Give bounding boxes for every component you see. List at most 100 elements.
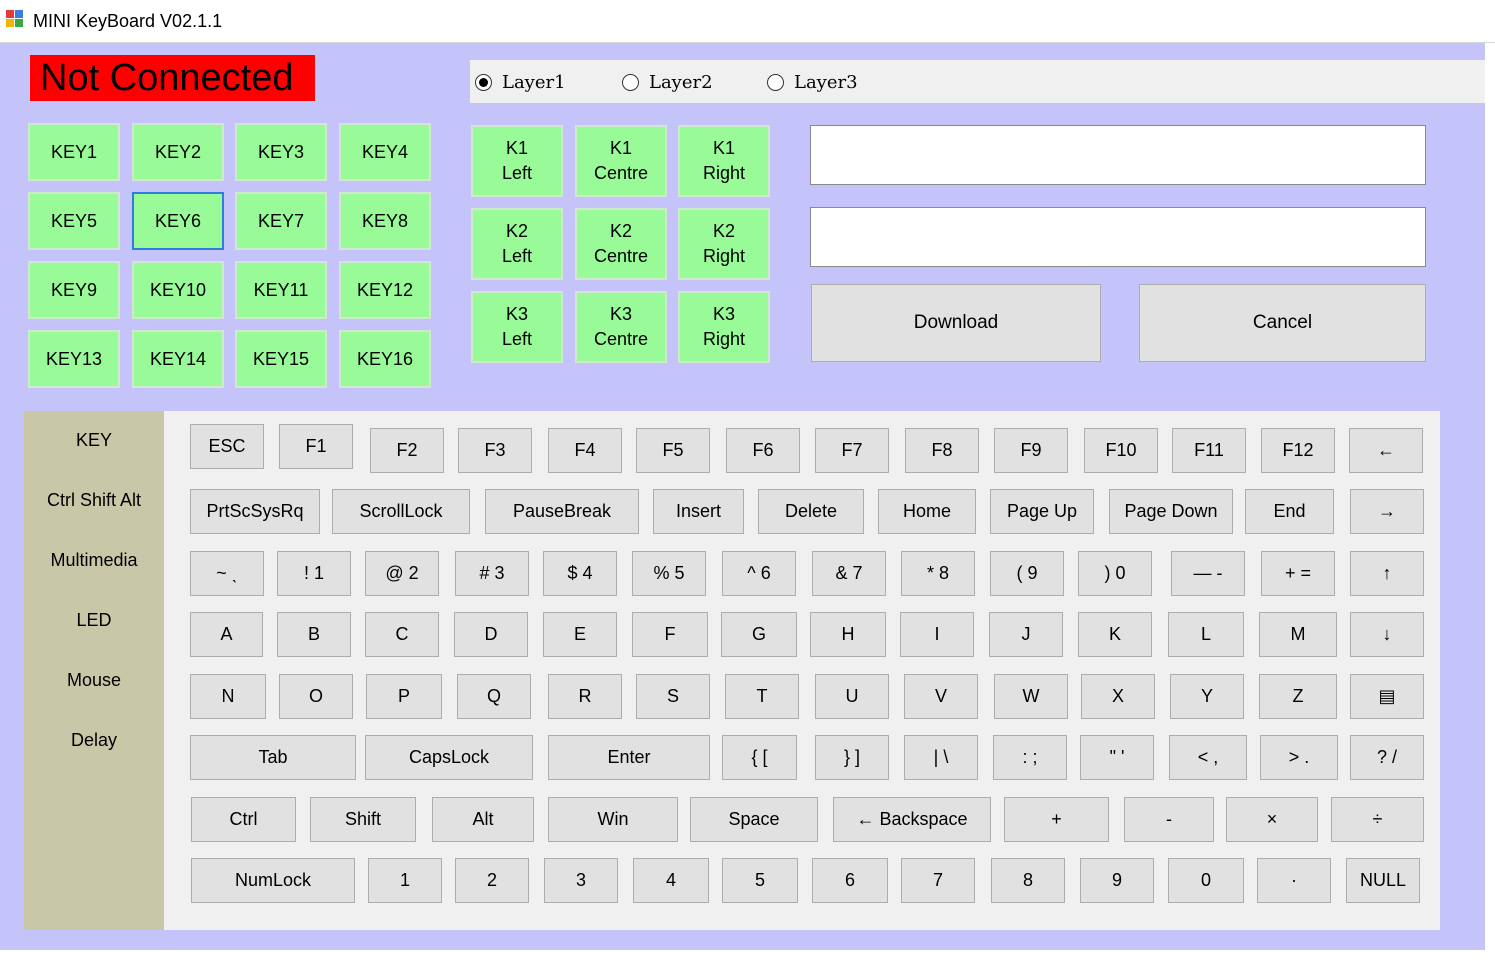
key-numpad-2[interactable]: 2 xyxy=(455,858,529,903)
key16-button[interactable]: KEY16 xyxy=(339,330,431,388)
key-v[interactable]: V xyxy=(904,674,978,719)
key-equals[interactable]: + = xyxy=(1261,551,1335,596)
key3-button[interactable]: KEY3 xyxy=(235,123,327,181)
category-key[interactable]: KEY xyxy=(24,430,164,451)
key-j[interactable]: J xyxy=(989,612,1063,657)
key-0[interactable]: ) 0 xyxy=(1078,551,1152,596)
key-5[interactable]: % 5 xyxy=(632,551,706,596)
key7-button[interactable]: KEY7 xyxy=(235,192,327,250)
key-1[interactable]: ! 1 xyxy=(277,551,351,596)
key-4[interactable]: $ 4 xyxy=(543,551,617,596)
key-b[interactable]: B xyxy=(277,612,351,657)
key-e[interactable]: E xyxy=(543,612,617,657)
key-shift[interactable]: Shift xyxy=(310,797,416,842)
key-numpad-multiply[interactable]: × xyxy=(1226,797,1318,842)
key-2[interactable]: @ 2 xyxy=(365,551,439,596)
key-f1[interactable]: F1 xyxy=(279,424,353,469)
key-f9[interactable]: F9 xyxy=(994,428,1068,473)
key-bracket-left[interactable]: { [ xyxy=(722,735,797,780)
category-multimedia[interactable]: Multimedia xyxy=(24,550,164,571)
key-f2[interactable]: F2 xyxy=(370,428,444,473)
key2-button[interactable]: KEY2 xyxy=(132,123,224,181)
key5-button[interactable]: KEY5 xyxy=(28,192,120,250)
key-i[interactable]: I xyxy=(900,612,974,657)
key-menu-icon[interactable]: ▤ xyxy=(1350,674,1424,719)
key-w[interactable]: W xyxy=(994,674,1068,719)
key-sequence-textbox[interactable] xyxy=(810,125,1426,185)
key-f10[interactable]: F10 xyxy=(1084,428,1158,473)
key-arrow-up[interactable]: ↑ xyxy=(1350,551,1424,596)
key-l[interactable]: L xyxy=(1168,612,1244,657)
key-k[interactable]: K xyxy=(1078,612,1152,657)
key-home[interactable]: Home xyxy=(878,489,976,534)
k3-centre-button[interactable]: K3 Centre xyxy=(575,291,667,363)
key12-button[interactable]: KEY12 xyxy=(339,261,431,319)
key-period[interactable]: > . xyxy=(1260,735,1338,780)
k3-left-button[interactable]: K3 Left xyxy=(471,291,563,363)
key-q[interactable]: Q xyxy=(457,674,531,719)
key-m[interactable]: M xyxy=(1259,612,1337,657)
key-ctrl[interactable]: Ctrl xyxy=(191,797,296,842)
key-numpad-decimal[interactable]: · xyxy=(1257,858,1331,903)
key1-button[interactable]: KEY1 xyxy=(28,123,120,181)
key-numpad-8[interactable]: 8 xyxy=(991,858,1065,903)
key-f[interactable]: F xyxy=(632,612,708,657)
k1-centre-button[interactable]: K1 Centre xyxy=(575,125,667,197)
key-tab[interactable]: Tab xyxy=(190,735,356,780)
key-numpad-5[interactable]: 5 xyxy=(722,858,798,903)
key-g[interactable]: G xyxy=(721,612,797,657)
k2-left-button[interactable]: K2 Left xyxy=(471,208,563,280)
key-f11[interactable]: F11 xyxy=(1172,428,1246,473)
key-space[interactable]: Space xyxy=(690,797,818,842)
key-c[interactable]: C xyxy=(365,612,439,657)
key-delete[interactable]: Delete xyxy=(758,489,864,534)
key-o[interactable]: O xyxy=(279,674,353,719)
key-end[interactable]: End xyxy=(1245,489,1334,534)
category-mouse[interactable]: Mouse xyxy=(24,670,164,691)
key4-button[interactable]: KEY4 xyxy=(339,123,431,181)
key-arrow-left[interactable]: ← xyxy=(1349,428,1423,473)
key-page-down[interactable]: Page Down xyxy=(1109,489,1233,534)
key-esc[interactable]: ESC xyxy=(190,424,264,469)
key-alt[interactable]: Alt xyxy=(432,797,534,842)
key11-button[interactable]: KEY11 xyxy=(235,261,327,319)
key-numpad-divide[interactable]: ÷ xyxy=(1331,797,1424,842)
key9-button[interactable]: KEY9 xyxy=(28,261,120,319)
key-numpad-7[interactable]: 7 xyxy=(901,858,975,903)
key-h[interactable]: H xyxy=(810,612,886,657)
key-numpad-minus[interactable]: - xyxy=(1124,797,1214,842)
key-capslock[interactable]: CapsLock xyxy=(365,735,533,780)
key-f12[interactable]: F12 xyxy=(1261,428,1335,473)
key-6[interactable]: ^ 6 xyxy=(722,551,796,596)
k1-left-button[interactable]: K1 Left xyxy=(471,125,563,197)
key-f5[interactable]: F5 xyxy=(636,428,710,473)
key-minus[interactable]: — - xyxy=(1171,551,1245,596)
key8-button[interactable]: KEY8 xyxy=(339,192,431,250)
key-f8[interactable]: F8 xyxy=(905,428,979,473)
key-page-up[interactable]: Page Up xyxy=(990,489,1094,534)
key13-button[interactable]: KEY13 xyxy=(28,330,120,388)
key-tilde[interactable]: ~ ˎ xyxy=(190,551,264,596)
key-backspace[interactable]: ← Backspace xyxy=(833,797,991,842)
k3-right-button[interactable]: K3 Right xyxy=(678,291,770,363)
key-semicolon[interactable]: : ; xyxy=(993,735,1067,780)
key-d[interactable]: D xyxy=(454,612,528,657)
key-numpad-4[interactable]: 4 xyxy=(633,858,709,903)
key-f6[interactable]: F6 xyxy=(726,428,800,473)
key-a[interactable]: A xyxy=(190,612,263,657)
key-win[interactable]: Win xyxy=(548,797,678,842)
key-numpad-0[interactable]: 0 xyxy=(1168,858,1244,903)
key-null[interactable]: NULL xyxy=(1346,858,1420,903)
key-prtscsysrq[interactable]: PrtScSysRq xyxy=(190,489,320,534)
k2-centre-button[interactable]: K2 Centre xyxy=(575,208,667,280)
key-insert[interactable]: Insert xyxy=(653,489,744,534)
category-delay[interactable]: Delay xyxy=(24,730,164,751)
key-y[interactable]: Y xyxy=(1170,674,1244,719)
key-p[interactable]: P xyxy=(366,674,442,719)
key-numlock[interactable]: NumLock xyxy=(191,858,355,903)
category-ctrl-shift-alt[interactable]: Ctrl Shift Alt xyxy=(24,490,164,511)
key-8[interactable]: * 8 xyxy=(901,551,975,596)
key6-button[interactable]: KEY6 xyxy=(132,192,224,250)
key-quote[interactable]: " ' xyxy=(1080,735,1154,780)
layer1-radio[interactable]: Layer1 xyxy=(475,71,566,93)
